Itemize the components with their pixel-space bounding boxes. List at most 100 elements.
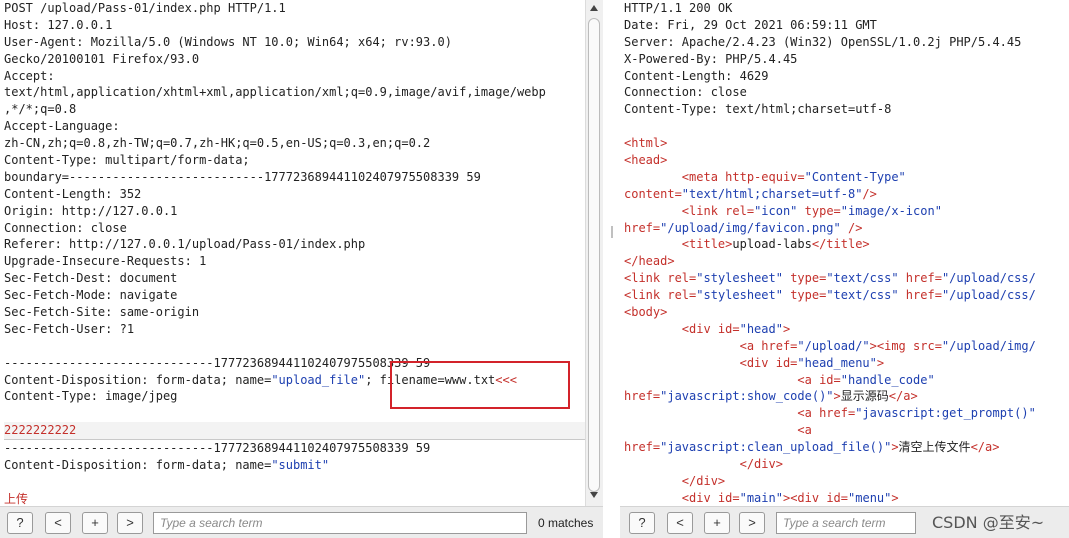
request-line: Gecko/20100101 Firefox/93.0 (4, 51, 585, 68)
request-token: Sec-Fetch-Site: same-origin (4, 305, 200, 320)
request-scrollbar[interactable] (585, 0, 603, 506)
response-token: </a> (970, 440, 1000, 455)
response-search-input[interactable]: Type a search term (776, 512, 916, 534)
add-button[interactable]: + (704, 512, 730, 534)
response-line: </div> (624, 456, 1069, 473)
response-token: Connection: close (624, 85, 747, 100)
response-line: <title>upload-labs</title> (624, 236, 1069, 253)
response-token: HTTP/1.1 200 OK (624, 1, 733, 15)
response-token: /> (862, 186, 877, 201)
request-token: text/html,application/xhtml+xml,applicat… (4, 85, 546, 100)
response-token: ><img (869, 338, 914, 353)
request-line: Sec-Fetch-Dest: document (4, 270, 585, 287)
pane-splitter[interactable] (603, 0, 620, 538)
request-line: 2222222222 (4, 422, 585, 440)
request-token: ,*/*;q=0.8 (4, 102, 77, 117)
response-token: content= (624, 186, 682, 201)
response-line: <link rel="icon" type="image/x-icon" (624, 203, 1069, 220)
response-token: Content-Length: 4629 (624, 68, 769, 83)
response-token: <head> (624, 153, 668, 168)
response-token: id= (717, 321, 740, 336)
request-line: ,*/*;q=0.8 (4, 101, 585, 118)
scroll-down-icon[interactable] (590, 492, 598, 498)
previous-match-button[interactable]: < (667, 512, 693, 534)
response-token: "/upload/img/favicon.png" (660, 220, 841, 235)
response-line: <head> (624, 152, 1069, 169)
next-match-button[interactable]: > (117, 512, 143, 534)
response-token: <a (624, 406, 820, 421)
response-token: </div> (624, 473, 726, 488)
request-line: Accept-Language: (4, 118, 585, 135)
response-token: ><div (782, 490, 827, 505)
response-line: <link rel="stylesheet" type="text/css" h… (624, 270, 1069, 287)
next-match-button[interactable]: > (739, 512, 765, 534)
response-line: </div> (624, 473, 1069, 490)
response-token: href= (898, 288, 942, 303)
scroll-thumb[interactable] (588, 18, 600, 492)
add-button[interactable]: + (82, 512, 108, 534)
request-token: Accept: (4, 68, 55, 83)
response-token: href= (761, 338, 798, 353)
response-token: type= (782, 288, 827, 303)
request-line: Origin: http://127.0.0.1 (4, 203, 585, 220)
match-count: 0 matches (538, 516, 594, 530)
request-token: Sec-Fetch-Mode: navigate (4, 288, 178, 303)
request-token: Content-Disposition: form-data; name= (4, 372, 272, 387)
response-line: Date: Fri, 29 Oct 2021 06:59:11 GMT (624, 17, 1069, 34)
scroll-up-icon[interactable] (590, 5, 598, 11)
request-text[interactable]: POST /upload/Pass-01/index.php HTTP/1.1 H… (0, 0, 585, 506)
response-token: > (891, 490, 899, 505)
response-token: </title> (811, 237, 870, 252)
response-line: content="text/html;charset=utf-8"/> (624, 186, 1069, 203)
splitter-grip-icon[interactable] (611, 226, 613, 238)
request-token: POST /upload/Pass-01/index.php HTTP/1.1 (4, 1, 286, 15)
csdn-watermark: CSDN @至安~ (932, 513, 1045, 532)
response-token: "stylesheet" (696, 288, 783, 303)
request-token: "upload_file" (271, 372, 366, 387)
response-token: "javascript:show_code()" (660, 389, 834, 404)
request-token: Upgrade-Insecure-Requests: 1 (4, 254, 207, 269)
response-line: <div id="head"> (624, 321, 1069, 338)
request-line: zh-CN,zh;q=0.8,zh-TW;q=0.7,zh-HK;q=0.5,e… (4, 135, 585, 152)
request-line: Sec-Fetch-User: ?1 (4, 321, 585, 338)
request-search-input[interactable]: Type a search term (153, 512, 527, 534)
response-token: <meta (624, 169, 726, 184)
request-token: Content-Disposition: form-data; name= (4, 458, 272, 473)
request-line: Sec-Fetch-Mode: navigate (4, 287, 585, 304)
request-line: boundary=---------------------------1777… (4, 169, 585, 186)
response-token: <title> (624, 237, 733, 252)
response-token: "Content-Type" (804, 169, 906, 184)
response-token: Date: Fri, 29 Oct 2021 06:59:11 GMT (624, 17, 877, 32)
response-token: <link (624, 288, 668, 303)
response-token: > (782, 321, 791, 336)
response-token: "icon" (754, 203, 798, 218)
response-token: <link (624, 203, 726, 218)
response-text[interactable]: HTTP/1.1 200 OK Date: Fri, 29 Oct 2021 06… (620, 0, 1069, 506)
help-button[interactable]: ? (7, 512, 33, 534)
filename-highlight-box (390, 361, 570, 409)
response-token: Content-Type: text/html;charset=utf-8 (624, 102, 892, 117)
response-token: href= (624, 440, 661, 455)
request-search-bar: ? < + > Type a search term 0 matches (0, 506, 603, 538)
response-token: "menu" (848, 490, 892, 505)
response-line: X-Powered-By: PHP/5.4.45 (624, 51, 1069, 68)
response-token: "/upload/css/ (941, 288, 1036, 303)
request-token: Content-Type: image/jpeg (4, 389, 178, 404)
request-token: Sec-Fetch-User: ?1 (4, 321, 135, 336)
help-button[interactable]: ? (629, 512, 655, 534)
response-line: <a href="/upload/"><img src="/upload/img… (624, 338, 1069, 355)
previous-match-button[interactable]: < (45, 512, 71, 534)
response-token: http-equiv= (725, 169, 805, 184)
response-token: Server: Apache/2.4.23 (Win32) OpenSSL/1.… (624, 34, 1022, 49)
response-line: href="/upload/img/favicon.png" /> (624, 220, 1069, 237)
request-token: "submit" (271, 458, 330, 473)
request-token: Content-Type: multipart/form-data; (4, 153, 250, 168)
request-editor[interactable]: POST /upload/Pass-01/index.php HTTP/1.1 H… (0, 0, 585, 506)
response-token: <html> (624, 136, 668, 151)
request-token: 2222222222 (4, 423, 77, 438)
request-line: Referer: http://127.0.0.1/upload/Pass-01… (4, 236, 585, 253)
response-token: "text/html;charset=utf-8" (681, 186, 863, 201)
response-token: X-Powered-By: PHP/5.4.45 (624, 51, 798, 66)
request-token: Origin: http://127.0.0.1 (4, 203, 178, 218)
response-viewer[interactable]: HTTP/1.1 200 OK Date: Fri, 29 Oct 2021 06… (620, 0, 1069, 506)
